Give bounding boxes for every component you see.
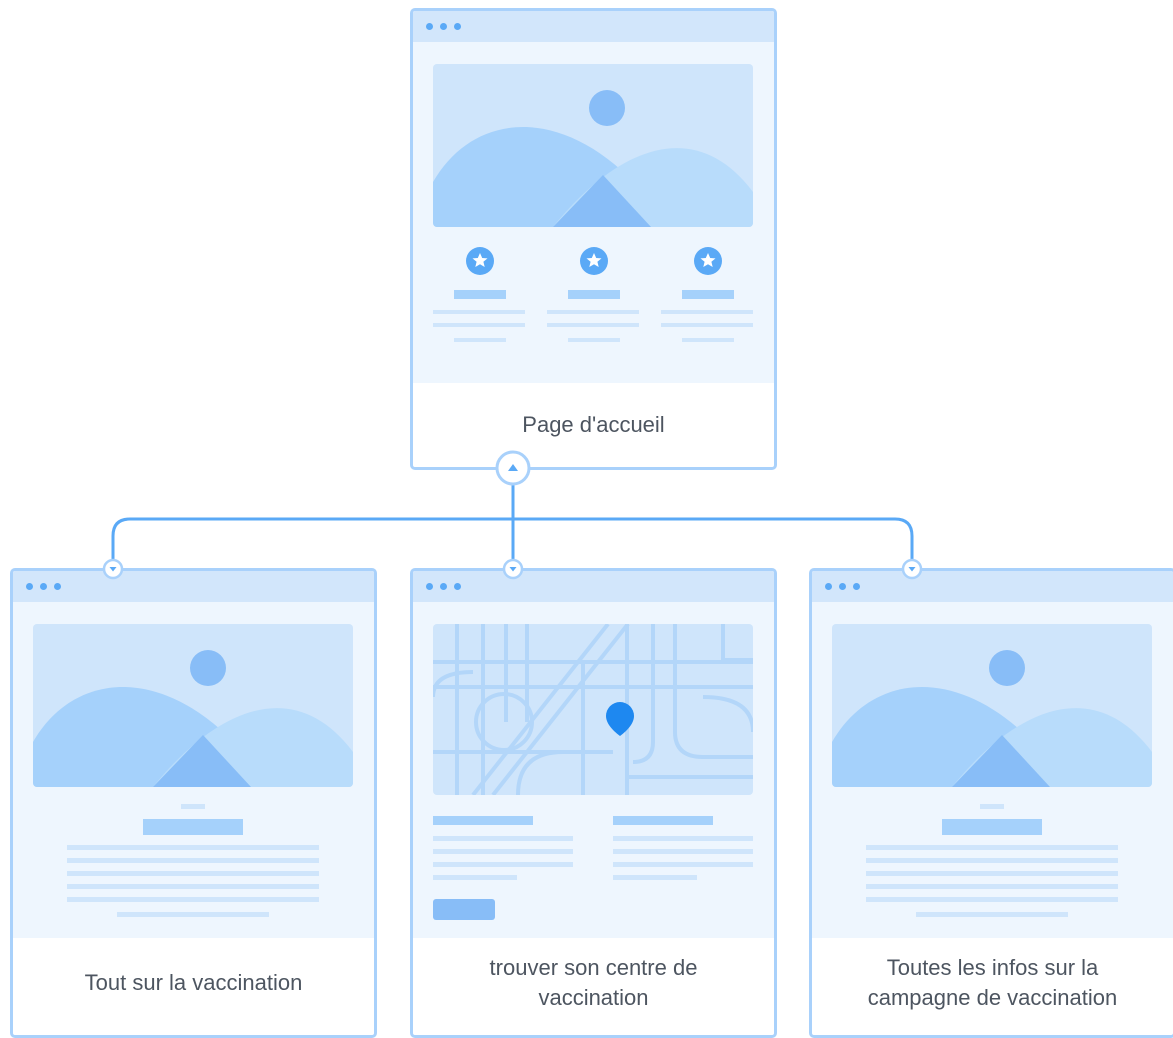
page-title-text: trouver son centre de vaccination (489, 955, 698, 1010)
vaccination-info-page-card[interactable]: Tout sur la vaccination (10, 568, 377, 1038)
chevron-down-icon[interactable] (502, 558, 524, 580)
connector-line-left (111, 478, 515, 566)
page-preview (13, 602, 374, 938)
page-title-label: Page d'accueil (413, 383, 774, 467)
window-dot (26, 583, 33, 590)
map-wireframe-art (433, 624, 753, 920)
feature-column-1 (433, 247, 525, 342)
hero-image-placeholder (832, 624, 1152, 787)
page-title-text: Page d'accueil (522, 412, 665, 437)
window-dot (440, 583, 447, 590)
article-text-placeholder (866, 804, 1118, 917)
hero-image-placeholder (33, 624, 353, 787)
page-title-text: Toutes les infos sur la campagne de vacc… (867, 955, 1118, 1010)
window-dot (454, 583, 461, 590)
page-preview (413, 602, 774, 938)
article-wireframe-art (832, 624, 1152, 917)
window-titlebar (413, 11, 774, 42)
find-center-page-card[interactable]: trouver son centre de vaccination (410, 568, 777, 1038)
window-dot (440, 23, 447, 30)
article-wireframe-art (33, 624, 353, 917)
page-title-label: trouver son centre de vaccination (413, 938, 774, 1028)
action-button-placeholder (433, 899, 495, 920)
page-title-label: Toutes les infos sur la campagne de vacc… (812, 938, 1173, 1028)
page-title-label: Tout sur la vaccination (13, 938, 374, 1028)
window-dot (40, 583, 47, 590)
window-dot (853, 583, 860, 590)
window-titlebar (413, 571, 774, 602)
chevron-down-icon[interactable] (102, 558, 124, 580)
map-placeholder (433, 624, 753, 795)
center-details-placeholder (433, 816, 753, 880)
window-dot (54, 583, 61, 590)
article-text-placeholder (67, 804, 319, 917)
connector-line-right (513, 517, 914, 566)
page-preview (413, 42, 774, 383)
hero-image-placeholder (433, 64, 753, 227)
feature-column-3 (661, 247, 753, 342)
home-page-card[interactable]: Page d'accueil (410, 8, 777, 470)
page-preview (812, 602, 1173, 938)
window-dot (825, 583, 832, 590)
campaign-info-page-card[interactable]: Toutes les infos sur la campagne de vacc… (809, 568, 1173, 1038)
page-title-text: Tout sur la vaccination (84, 970, 303, 995)
window-titlebar (812, 571, 1173, 602)
window-titlebar (13, 571, 374, 602)
home-wireframe-art (433, 64, 753, 342)
window-dot (839, 583, 846, 590)
chevron-down-icon[interactable] (901, 558, 923, 580)
window-dot (454, 23, 461, 30)
feature-column-2 (547, 247, 639, 342)
chevron-up-icon[interactable] (495, 450, 531, 486)
window-dot (426, 583, 433, 590)
window-dot (426, 23, 433, 30)
